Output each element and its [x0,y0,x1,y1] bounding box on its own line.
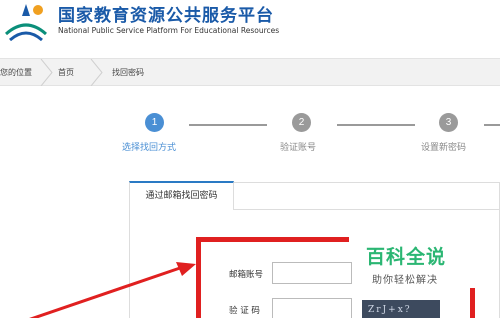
breadcrumb-separator-icon [40,59,53,86]
step-3-label: 设置新密码 [421,143,467,153]
tab-divider [234,209,500,210]
step-connector [337,124,415,126]
site-title: 国家教育资源公共服务平台 [58,6,274,26]
step-2-circle: 2 [292,113,311,132]
page: 国家教育资源公共服务平台 National Public Service Pla… [0,0,500,318]
watermark-title: 百科全说 [366,246,447,268]
breadcrumb-location-label: 您的位置 [0,68,32,77]
captcha-field[interactable] [272,298,352,318]
email-label: 邮箱账号 [229,270,264,280]
site-subtitle: National Public Service Platform For Edu… [58,26,280,35]
step-3-circle: 3 [439,113,458,132]
captcha-label: 验 证 码 [229,306,260,316]
step-connector [189,124,267,126]
step-1-label: 选择找回方式 [122,143,177,153]
platform-logo-icon[interactable] [0,0,52,44]
step-connector [484,124,500,126]
annotation-arrow-icon [29,262,196,318]
annotation-box-top [196,237,349,242]
annotation-box-right [470,288,475,318]
breadcrumb: 您的位置 首页 找回密码 [0,58,500,86]
email-field[interactable] [272,262,352,284]
captcha-image[interactable]: ZrJ+x? [362,300,440,318]
breadcrumb-separator-icon [90,59,103,86]
breadcrumb-current: 找回密码 [112,68,144,77]
watermark-subtitle: 助你轻松解决 [372,275,438,286]
step-1-circle: 1 [145,113,164,132]
site-header: 国家教育资源公共服务平台 National Public Service Pla… [0,0,500,52]
tab-email-recovery[interactable]: 通过邮箱找回密码 [129,181,234,210]
progress-steps: 1 2 3 选择找回方式 验证账号 设置新密码 [0,108,500,158]
step-2-label: 验证账号 [280,143,317,153]
breadcrumb-home-link[interactable]: 首页 [58,67,74,78]
